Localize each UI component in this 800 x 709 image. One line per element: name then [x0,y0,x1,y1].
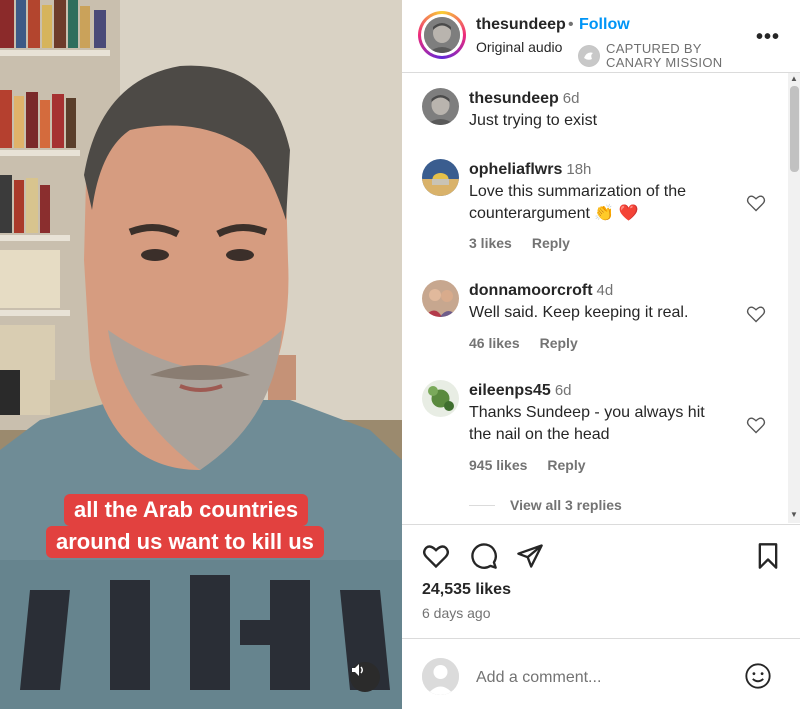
reply-button[interactable]: Reply [532,235,570,251]
avatar[interactable] [422,380,459,417]
comments-list: thesundeep 6d Just trying to exist opheli… [402,73,788,523]
view-replies-label: View all 3 replies [510,497,622,513]
comment-time: 18h [566,161,592,178]
avatar[interactable] [422,280,459,317]
comment-likes[interactable]: 46 likes [469,335,520,351]
comment-author[interactable]: donnamoorcroft 4d [469,282,613,300]
add-comment-input[interactable] [474,665,738,691]
heart-icon[interactable] [746,304,766,324]
author-username[interactable]: thesundeep [476,16,566,34]
caption-line-1: all the Arab countries [64,494,309,526]
comment-time: 4d [596,282,614,299]
reply-button[interactable]: Reply [540,335,578,351]
comment-text: Just trying to exist [469,112,598,129]
reply-button[interactable]: Reply [547,457,585,473]
replies-divider [469,504,495,506]
author-avatar[interactable] [418,11,466,59]
comment-emoji: 👏 ❤️ [594,205,639,222]
avatar-image [424,17,460,53]
watermark: CAPTURED BY CANARY MISSION [578,42,722,70]
comment-meta: 46 likes Reply [469,335,578,351]
share-send-icon[interactable] [516,542,544,570]
follow-button[interactable]: Follow [579,16,630,34]
bookmark-icon[interactable] [754,542,782,570]
video-frame [0,0,402,709]
divider [402,524,800,525]
scroll-up-icon[interactable]: ▲ [790,74,798,83]
comment-author[interactable]: opheliaflwrs 18h [469,161,591,179]
comment-bubble-icon[interactable] [470,542,498,570]
separator-dot: • [568,16,574,33]
comment-text: Well said. Keep keeping it real. [469,304,689,321]
divider [402,638,800,639]
post-header: thesundeep • Follow Original audio CAPTU… [402,0,800,73]
watermark-line-1: CAPTURED BY [606,41,702,56]
caption-line-2: around us want to kill us [46,526,324,558]
comment-time: 6d [562,90,580,107]
post-date: 6 days ago [422,605,491,621]
comment-text: Love this summarization of the counterar… [469,183,686,222]
comment-likes[interactable]: 3 likes [469,235,512,251]
like-heart-icon[interactable] [422,542,450,570]
heart-icon[interactable] [746,193,766,213]
speaker-icon [352,664,363,676]
comment-time: 6d [554,382,572,399]
comment-text: Thanks Sundeep - you always hit the nail… [469,404,705,443]
scroll-down-icon[interactable]: ▼ [790,510,798,519]
canary-logo-icon [578,45,600,67]
avatar[interactable] [422,88,459,125]
view-replies-button[interactable]: View all 3 replies [469,497,622,513]
emoji-icon[interactable] [744,662,772,690]
like-count[interactable]: 24,535 likes [422,581,511,599]
action-bar [402,536,800,576]
user-avatar [422,658,459,695]
video-player[interactable]: all the Arab countries around us want to… [0,0,402,709]
comment-meta: 3 likes Reply [469,235,570,251]
comment-likes[interactable]: 945 likes [469,457,527,473]
audio-label[interactable]: Original audio [476,39,562,55]
heart-icon[interactable] [746,415,766,435]
mute-button[interactable] [350,662,380,692]
comment-author[interactable]: eileenps45 6d [469,382,572,400]
comment-author[interactable]: thesundeep 6d [469,90,579,108]
more-options-icon[interactable]: ••• [756,26,780,49]
comment-meta: 945 likes Reply [469,457,586,473]
scrollbar-thumb[interactable] [790,86,799,172]
avatar[interactable] [422,159,459,196]
watermark-line-2: CANARY MISSION [606,55,723,70]
post-panel: thesundeep • Follow Original audio CAPTU… [402,0,800,709]
